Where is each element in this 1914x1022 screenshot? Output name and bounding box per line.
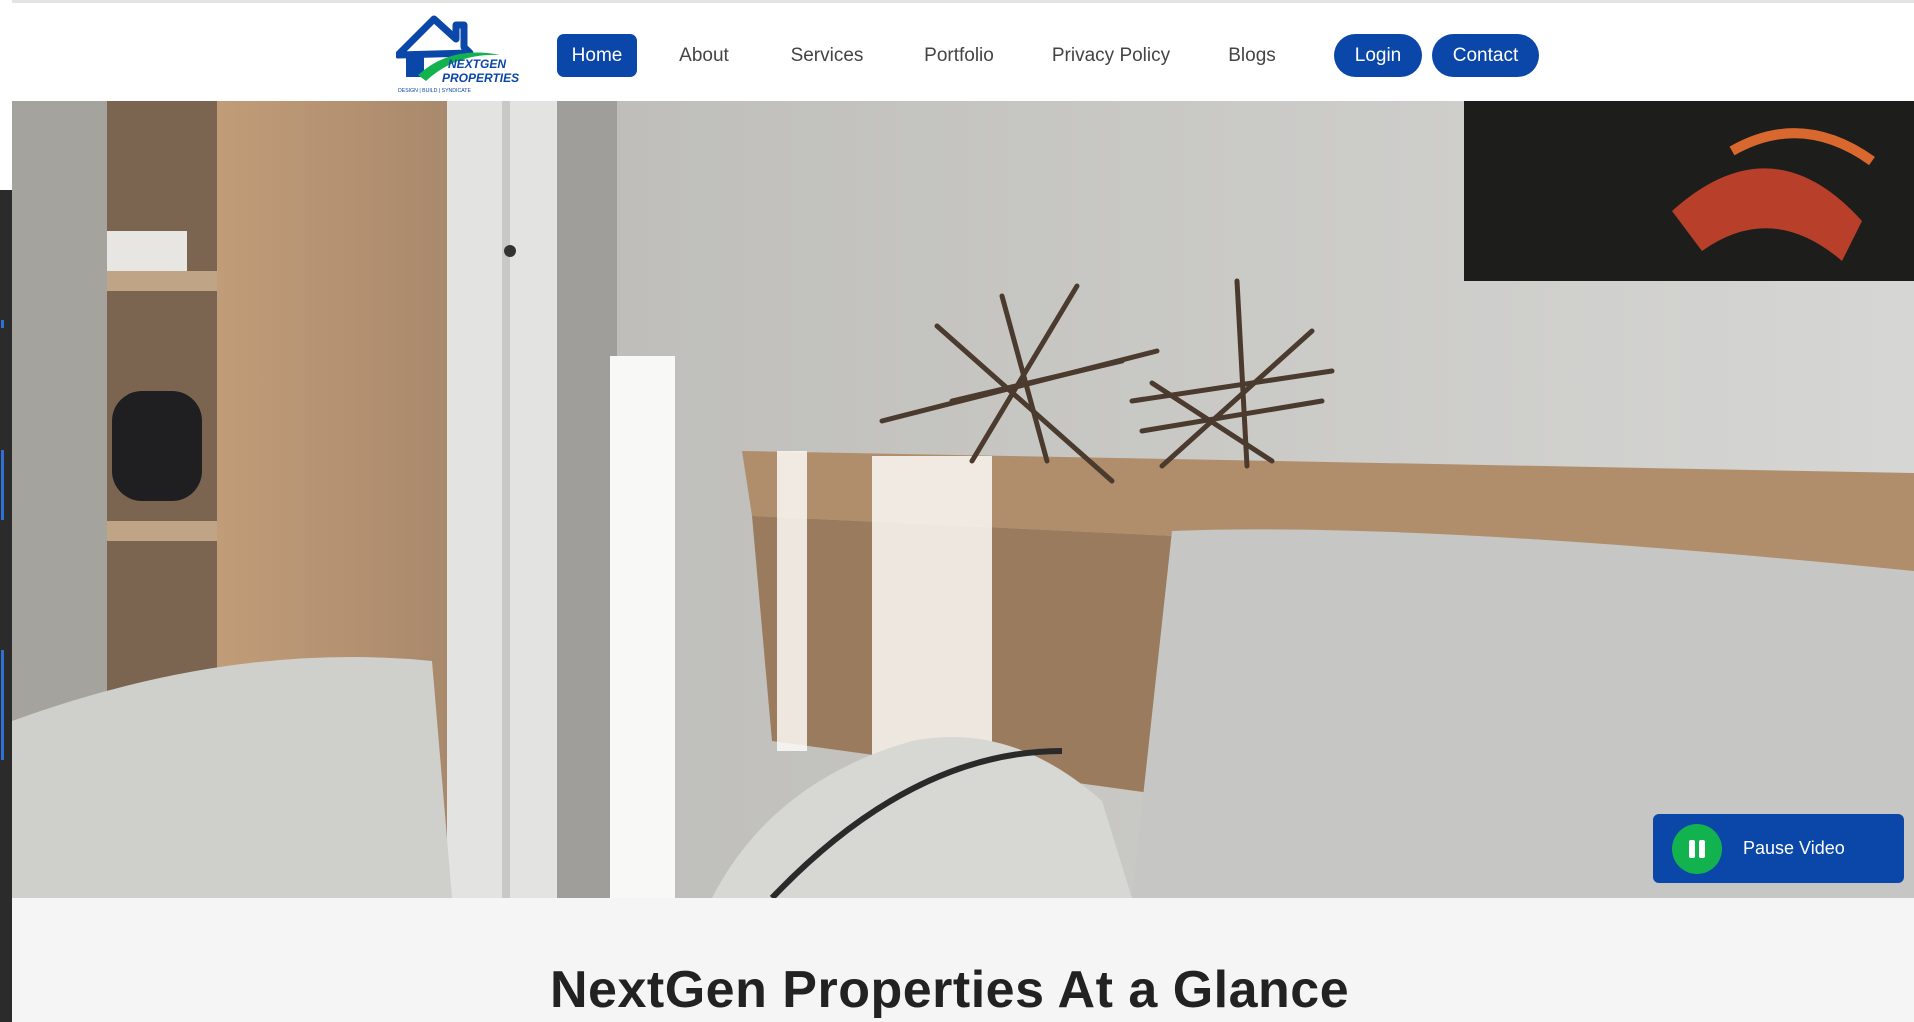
pause-video-button[interactable]: Pause Video xyxy=(1653,814,1904,883)
edge-marker xyxy=(1,450,4,520)
contact-button[interactable]: Contact xyxy=(1432,34,1539,77)
nav-portfolio[interactable]: Portfolio xyxy=(919,34,999,77)
pause-video-label: Pause Video xyxy=(1743,838,1845,858)
glance-section: NextGen Properties At a Glance xyxy=(12,898,1914,1022)
site-logo[interactable]: NEXTGEN PROPERTIES DESIGN | BUILD | SYND… xyxy=(394,15,520,95)
site-header: NEXTGEN PROPERTIES DESIGN | BUILD | SYND… xyxy=(12,0,1914,101)
pause-icon xyxy=(1672,823,1722,874)
edge-marker xyxy=(1,320,4,328)
nav-services[interactable]: Services xyxy=(789,34,865,77)
nav-privacy-policy[interactable]: Privacy Policy xyxy=(1048,34,1174,77)
hero-video xyxy=(12,101,1914,898)
house-logo-icon: NEXTGEN PROPERTIES DESIGN | BUILD | SYND… xyxy=(394,15,519,94)
pause-bar-right xyxy=(1699,839,1705,858)
login-button[interactable]: Login xyxy=(1334,34,1422,77)
nav-blogs[interactable]: Blogs xyxy=(1224,34,1280,77)
logo-text-line2: PROPERTIES xyxy=(442,71,519,85)
hero-video-frame xyxy=(12,101,1914,898)
edge-marker xyxy=(1,650,4,760)
nav-about[interactable]: About xyxy=(676,34,732,77)
nav-home[interactable]: Home xyxy=(557,34,637,77)
background-window-edge xyxy=(0,190,12,1022)
logo-tagline: DESIGN | BUILD | SYNDICATE xyxy=(398,88,471,94)
pause-bar-left xyxy=(1689,839,1695,858)
logo-text-line1: NEXTGEN xyxy=(448,57,506,71)
section-title: NextGen Properties At a Glance xyxy=(550,961,1350,1019)
